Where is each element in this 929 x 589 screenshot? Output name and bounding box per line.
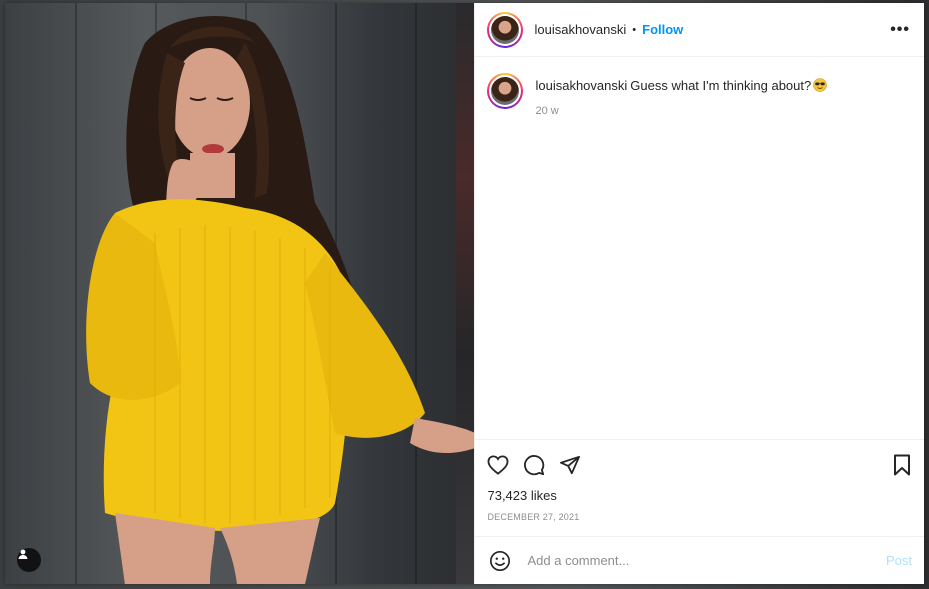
likes-count[interactable]: 73,423 likes (487, 488, 912, 503)
post-modal: louisakhovanski • Follow ••• louisakhova… (5, 3, 924, 584)
caption-timestamp[interactable]: 20 w (535, 105, 827, 117)
comment-icon[interactable] (523, 454, 545, 476)
follow-button[interactable]: Follow (642, 22, 683, 37)
action-icons (487, 452, 912, 478)
avatar-border (489, 13, 522, 46)
header-username[interactable]: louisakhovanski (534, 22, 626, 37)
smiling-face-with-sunglasses-emoji (813, 78, 828, 92)
actions-area: 73,423 likes DECEMBER 27, 2021 (475, 439, 924, 536)
caption-body: louisakhovanski Guess what I'm thinking a… (535, 73, 828, 117)
comment-input[interactable] (525, 552, 886, 569)
avatar-border (489, 75, 522, 107)
post-side-panel: louisakhovanski • Follow ••• louisakhova… (474, 3, 924, 584)
comments-section[interactable]: louisakhovanski Guess what I'm thinking a… (475, 57, 924, 439)
smiley-icon[interactable] (489, 550, 511, 572)
post-header: louisakhovanski • Follow ••• (475, 3, 924, 57)
avatar-image (491, 77, 520, 105)
more-horizontal-icon[interactable]: ••• (890, 21, 910, 39)
add-comment-bar: Post (475, 536, 924, 584)
caption-username[interactable]: louisakhovanski (535, 78, 627, 93)
user-tag-icon[interactable] (17, 548, 41, 572)
post-photo[interactable] (5, 3, 475, 584)
post-comment-button[interactable]: Post (886, 553, 912, 568)
share-icon[interactable] (559, 455, 581, 475)
caption-row: louisakhovanski Guess what I'm thinking a… (487, 73, 912, 117)
person-illustration (86, 15, 475, 584)
caption-text: louisakhovanski Guess what I'm thinking a… (535, 77, 828, 95)
caption-message: Guess what I'm thinking about? (630, 78, 812, 93)
header-separator: • (632, 23, 637, 36)
heart-icon[interactable] (487, 455, 509, 475)
avatar-image (491, 15, 520, 44)
profile-avatar[interactable] (487, 11, 524, 48)
caption-avatar[interactable] (487, 73, 524, 109)
bookmark-icon[interactable] (892, 454, 912, 476)
post-date[interactable]: DECEMBER 27, 2021 (487, 512, 912, 522)
